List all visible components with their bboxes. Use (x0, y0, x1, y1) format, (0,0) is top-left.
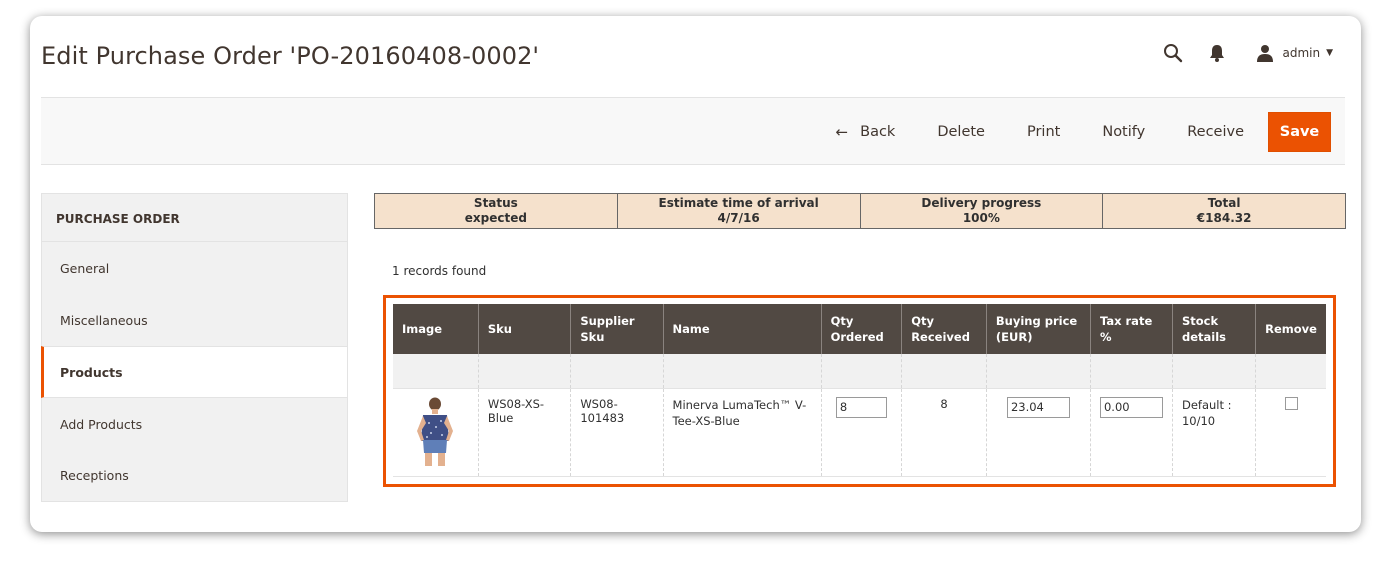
column-header-qty-received[interactable]: Qty Received (901, 304, 987, 354)
print-button[interactable]: Print (1006, 112, 1081, 152)
search-icon[interactable] (1162, 42, 1184, 64)
grid-filter-row (393, 354, 1326, 389)
column-header-tax-rate[interactable]: Tax rate % (1090, 304, 1173, 354)
filter-cell (663, 354, 822, 389)
filter-cell (478, 354, 572, 389)
column-header-stock-details[interactable]: Stock details (1172, 304, 1257, 354)
sidebar-heading: PURCHASE ORDER (41, 193, 348, 242)
back-button[interactable]: ← Back (815, 112, 917, 152)
column-header-name[interactable]: Name (663, 304, 822, 354)
bell-icon[interactable] (1206, 42, 1228, 64)
summary-value: expected (464, 211, 527, 225)
notify-button[interactable]: Notify (1081, 112, 1166, 152)
product-image-cell (393, 388, 479, 477)
table-row: WS08-XS-Blue WS08-101483 Minerva LumaTec… (393, 388, 1326, 477)
summary-label: Status (473, 196, 518, 210)
tax-rate-input[interactable] (1099, 396, 1163, 418)
column-header-buying-price[interactable]: Buying price (EUR) (986, 304, 1091, 354)
records-count: 1 records found (392, 264, 487, 278)
column-header-image[interactable]: Image (393, 304, 479, 354)
grid-header-row: Image Sku Supplier Sku Name Qty Ordered … (393, 304, 1326, 354)
admin-window: Edit Purchase Order 'PO-20160408-0002' a… (30, 16, 1361, 532)
filter-cell (570, 354, 664, 389)
filter-cell (1172, 354, 1257, 389)
column-header-remove[interactable]: Remove (1255, 304, 1326, 354)
filter-cell (901, 354, 987, 389)
arrow-left-icon: ← (835, 123, 849, 141)
products-grid: Image Sku Supplier Sku Name Qty Ordered … (393, 304, 1326, 477)
cell-supplier-sku: WS08-101483 (570, 388, 664, 477)
summary-value: 4/7/16 (717, 211, 760, 225)
products-grid-highlight: Image Sku Supplier Sku Name Qty Ordered … (383, 295, 1336, 487)
filter-cell (1255, 354, 1326, 389)
summary-label: Total (1207, 196, 1241, 210)
page-title: Edit Purchase Order 'PO-20160408-0002' (41, 42, 540, 70)
cell-buying-price (986, 388, 1091, 477)
user-name[interactable]: admin (1282, 46, 1320, 60)
column-header-qty-ordered[interactable]: Qty Ordered (821, 304, 903, 354)
chevron-down-icon[interactable]: ▼ (1326, 48, 1333, 58)
sidebar-item-add-products[interactable]: Add Products (41, 398, 348, 450)
cell-sku: WS08-XS-Blue (478, 388, 572, 477)
filter-cell (393, 354, 479, 389)
summary-status: Status expected (375, 194, 618, 228)
remove-checkbox[interactable] (1284, 396, 1298, 410)
summary-eta: Estimate time of arrival 4/7/16 (617, 194, 861, 228)
save-button[interactable]: Save (1268, 112, 1331, 152)
column-header-sku[interactable]: Sku (478, 304, 572, 354)
column-header-supplier-sku[interactable]: Supplier Sku (570, 304, 664, 354)
summary-value: 100% (962, 211, 1000, 225)
receive-button[interactable]: Receive (1166, 112, 1265, 152)
cell-name: Minerva LumaTech™ V-Tee-XS-Blue (663, 388, 822, 477)
header-actions: admin ▼ (1162, 42, 1333, 64)
summary-label: Estimate time of arrival (658, 196, 819, 210)
cell-qty-ordered (821, 388, 903, 477)
delete-button[interactable]: Delete (916, 112, 1006, 152)
sidebar-item-general[interactable]: General (41, 242, 348, 294)
sidebar-item-products[interactable]: Products (41, 346, 348, 398)
sidebar-item-receptions[interactable]: Receptions (41, 450, 348, 502)
toolbar-buttons: ← Back Delete Print Notify Receive Save (815, 112, 1331, 152)
page-actions-toolbar: ← Back Delete Print Notify Receive Save (41, 97, 1345, 165)
sidebar-item-miscellaneous[interactable]: Miscellaneous (41, 294, 348, 346)
qty-ordered-input[interactable] (835, 396, 887, 418)
cell-stock-details: Default : 10/10 (1172, 388, 1257, 477)
product-image (417, 397, 454, 466)
filter-cell (986, 354, 1091, 389)
summary-delivery-progress: Delivery progress 100% (860, 194, 1104, 228)
cell-qty-received: 8 (901, 388, 987, 477)
buying-price-input[interactable] (1006, 396, 1070, 418)
order-summary: Status expected Estimate time of arrival… (374, 193, 1346, 229)
summary-label: Delivery progress (921, 196, 1042, 210)
sidebar-tabs: PURCHASE ORDER General Miscellaneous Pro… (41, 193, 348, 502)
filter-cell (1090, 354, 1173, 389)
back-label: Back (860, 124, 896, 140)
cell-remove (1255, 388, 1326, 477)
user-icon[interactable] (1254, 42, 1276, 64)
cell-tax-rate (1090, 388, 1173, 477)
summary-total: Total €184.32 (1103, 194, 1345, 228)
summary-value: €184.32 (1196, 211, 1252, 225)
filter-cell (821, 354, 903, 389)
